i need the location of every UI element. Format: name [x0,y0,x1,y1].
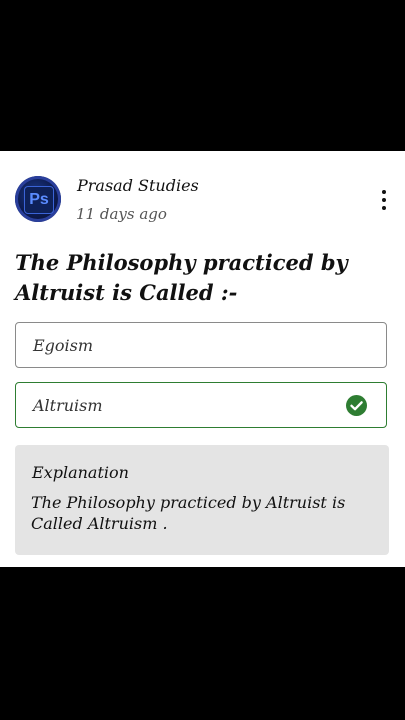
explanation-title: Explanation [32,463,129,482]
option-label: Altruism [33,396,103,415]
channel-name[interactable]: Prasad Studies [77,176,199,195]
quiz-option-altruism[interactable]: Altruism [15,382,387,428]
explanation-box: Explanation The Philosophy practiced by … [15,445,389,555]
quiz-option-egoism[interactable]: Egoism [15,322,387,368]
explanation-text: The Philosophy practiced by Altruist is … [31,493,346,533]
option-label: Egoism [33,336,94,355]
post-timestamp: 11 days ago [76,205,167,223]
channel-avatar[interactable]: Ps [15,176,61,222]
photoshop-logo-icon: Ps [24,186,54,214]
quiz-question: The Philosophy practiced by Altruist is … [15,250,348,305]
check-circle-icon [346,395,367,416]
more-vert-icon[interactable] [378,190,390,212]
